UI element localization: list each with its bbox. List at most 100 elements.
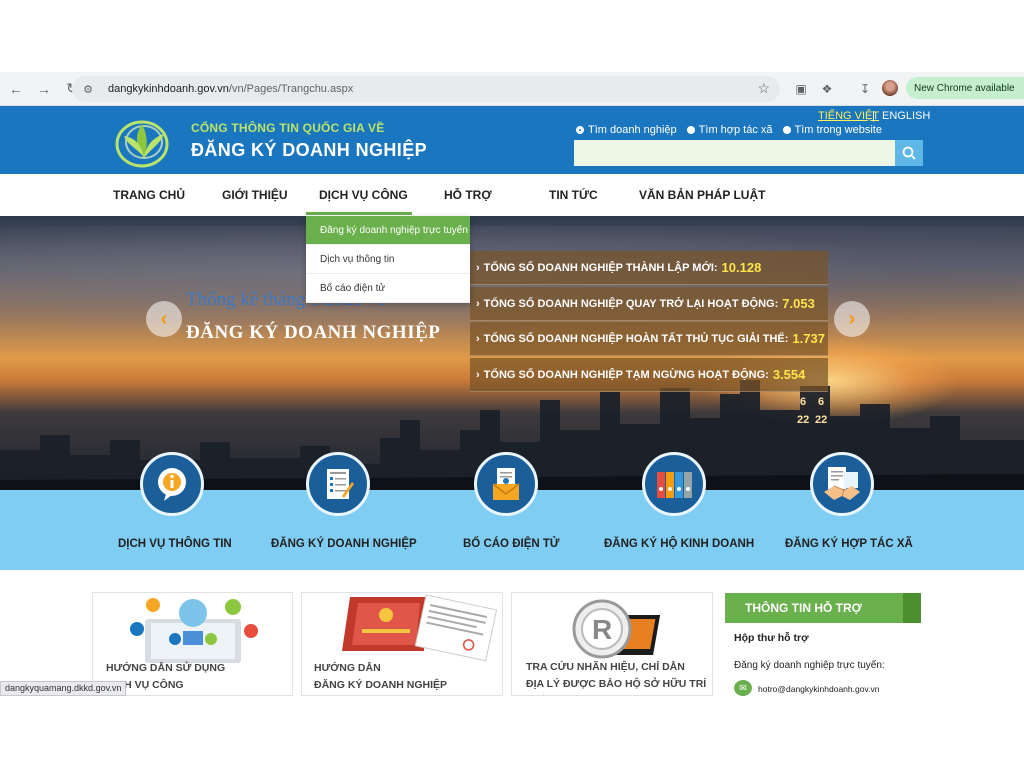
search-icon — [902, 146, 916, 160]
stat-row-new[interactable]: › TỔNG SỐ DOANH NGHIỆP THÀNH LẬP MỚI: 10… — [470, 251, 828, 285]
support-line: Đăng ký doanh nghiệp trực tuyến: — [734, 660, 885, 671]
profile-avatar[interactable] — [882, 80, 898, 96]
bottom-margin — [0, 696, 1024, 768]
bookmark-star-icon[interactable]: ☆ — [757, 80, 770, 97]
chrome-update-button[interactable]: New Chrome available — [906, 77, 1024, 99]
service-e-announcement-button[interactable] — [474, 452, 538, 516]
stat-row-returned[interactable]: › TỔNG SỐ DOANH NGHIỆP QUAY TRỞ LẠI HOẠT… — [470, 287, 828, 321]
stat-row-dissolved[interactable]: › TỔNG SỐ DOANH NGHIỆP HOÀN TẤT THỦ TỤC … — [470, 322, 828, 356]
logo-icon[interactable] — [114, 112, 176, 170]
banner-next-button[interactable]: › — [834, 301, 870, 337]
banner-prev-button[interactable]: ‹ — [146, 301, 182, 337]
handshake-icon — [824, 467, 860, 500]
registered-mark-icon: R — [572, 599, 661, 659]
nav-public-services[interactable]: DỊCH VỤ CÔNG — [319, 188, 408, 202]
search-type-options: Tìm doanh nghiệp Tìm hợp tác xã Tìm tron… — [576, 124, 882, 136]
download-icon[interactable]: ↧ — [856, 80, 874, 98]
service-label[interactable]: DỊCH VỤ THÔNG TIN — [118, 538, 232, 550]
extensions-icon[interactable]: ❖ — [818, 80, 836, 98]
service-label[interactable]: ĐĂNG KÝ HỢP TÁC XÃ — [785, 538, 913, 550]
stat-value: 10.128 — [721, 260, 762, 275]
card-line: TRA CỨU NHÃN HIỆU, CHỈ DẪN — [526, 661, 685, 673]
svg-text:R: R — [592, 614, 612, 645]
cast-icon[interactable]: ▣ — [792, 80, 810, 98]
nav-home[interactable]: TRANG CHỦ — [113, 188, 185, 202]
lang-separator: | — [872, 110, 875, 122]
envelope-icon — [492, 468, 520, 500]
public-services-dropdown: Đăng ký doanh nghiệp trực tuyến Dịch vụ … — [306, 216, 470, 303]
binders-icon — [657, 472, 692, 498]
mail-icon: ✉ — [734, 680, 752, 696]
dropdown-item-online-registration[interactable]: Đăng ký doanh nghiệp trực tuyến — [306, 216, 470, 245]
back-icon[interactable]: ← — [4, 77, 28, 101]
stat-label: TỔNG SỐ DOANH NGHIỆP QUAY TRỞ LẠI HOẠT Đ… — [483, 297, 779, 310]
radio-cooperative[interactable]: Tìm hợp tác xã — [686, 124, 773, 136]
url-path: /vn/Pages/Trangchu.aspx — [228, 83, 354, 95]
chevron-right-icon: › — [476, 368, 480, 381]
support-email-link[interactable]: hotro@dangkykinhdoanh.gov.vn — [758, 684, 879, 694]
chevron-right-icon: › — [476, 261, 480, 274]
main-nav: TRANG CHỦ GIỚI THIỆU DỊCH VỤ CÔNG HỖ TRỢ… — [0, 174, 1024, 216]
service-business-registration-button[interactable] — [306, 452, 370, 516]
lang-vietnamese-link[interactable]: TIẾNG VIỆT — [818, 110, 879, 122]
service-cooperative-button[interactable] — [810, 452, 874, 516]
chevron-right-icon: › — [476, 297, 480, 310]
search-button[interactable] — [895, 140, 923, 166]
building-sign: 6 — [818, 396, 825, 408]
building-sign: 6 — [800, 396, 807, 408]
card-business-registration-guide[interactable]: HƯỚNG DẪN ĐĂNG KÝ DOANH NGHIỆP — [301, 592, 503, 696]
service-label[interactable]: ĐĂNG KÝ HỘ KINH DOANH — [604, 538, 754, 550]
nav-legal-documents[interactable]: VĂN BẢN PHÁP LUẬT — [639, 188, 765, 202]
card-line: ĐỊA LÝ ĐƯỢC BẢO HỘ SỞ HỮU TRÍ TUỆ — [526, 678, 707, 690]
nav-about[interactable]: GIỚI THIỆU — [222, 188, 288, 202]
card-line: HƯỚNG DẪN SỬ DỤNG — [106, 662, 226, 674]
radio-label: Tìm doanh nghiệp — [588, 124, 677, 136]
stat-row-suspended[interactable]: › TỔNG SỐ DOANH NGHIỆP TẠM NGỪNG HOẠT ĐỘ… — [470, 358, 828, 392]
site-info-icon[interactable]: ⚙ — [80, 81, 96, 97]
stat-label: TỔNG SỐ DOANH NGHIỆP THÀNH LẬP MỚI: — [483, 261, 718, 274]
forward-icon[interactable]: → — [32, 77, 56, 101]
service-info-button[interactable] — [140, 452, 204, 516]
card-trademark-lookup[interactable]: R TRA CỨU NHÃN HIỆU, CHỈ DẪN ĐỊA LÝ ĐƯỢC… — [511, 592, 713, 696]
radio-website[interactable]: Tìm trong website — [782, 124, 882, 136]
card-illustration — [130, 598, 258, 663]
chevron-left-icon: ‹ — [160, 307, 168, 330]
nav-support[interactable]: HỖ TRỢ — [444, 188, 492, 202]
service-label[interactable]: BỐ CÁO ĐIỆN TỬ — [463, 538, 559, 550]
dropdown-item-info-service[interactable]: Dịch vụ thông tin — [306, 245, 470, 274]
radio-label: Tìm trong website — [794, 124, 882, 136]
info-icon — [158, 468, 186, 501]
chevron-right-icon: › — [476, 332, 480, 345]
service-label[interactable]: ĐĂNG KÝ DOANH NGHIỆP — [271, 538, 417, 550]
nav-news[interactable]: TIN TỨC — [549, 188, 598, 202]
page: ← → ↻ ⚙ dangkykinhdoanh.gov.vn/vn/Pages/… — [0, 0, 1024, 768]
card-line: ĐĂNG KÝ DOANH NGHIỆP — [314, 679, 448, 691]
stat-value: 3.554 — [772, 367, 806, 382]
lang-english-link[interactable]: ENGLISH — [882, 110, 930, 122]
logo-title: ĐĂNG KÝ DOANH NGHIỆP — [191, 140, 428, 160]
nav-active-indicator — [306, 212, 412, 215]
logo-tagline: CỔNG THÔNG TIN QUỐC GIA VỀ — [191, 121, 385, 135]
service-household-business-button[interactable] — [642, 452, 706, 516]
support-title: Hộp thư hỗ trợ — [734, 632, 809, 644]
search-input[interactable] — [574, 140, 896, 166]
document-icon — [327, 469, 354, 499]
stat-value: 7.053 — [782, 296, 815, 311]
stat-label: TỔNG SỐ DOANH NGHIỆP TẠM NGỪNG HOẠT ĐỘNG… — [483, 368, 769, 381]
address-bar[interactable]: ⚙ dangkykinhdoanh.gov.vn/vn/Pages/Trangc… — [72, 76, 780, 102]
stats-subtitle: ĐĂNG KÝ DOANH NGHIỆP — [186, 322, 441, 343]
radio-dot[interactable] — [686, 126, 695, 134]
url-domain: dangkykinhdoanh.gov.vn — [108, 83, 229, 95]
browser-toolbar: ← → ↻ ⚙ dangkykinhdoanh.gov.vn/vn/Pages/… — [0, 72, 1024, 106]
dropdown-item-e-announcement[interactable]: Bố cáo điện tử — [306, 274, 470, 303]
chevron-right-icon: › — [848, 307, 856, 330]
radio-dot[interactable] — [576, 126, 584, 134]
radio-dot[interactable] — [782, 126, 791, 134]
radio-label: Tìm hợp tác xã — [698, 124, 773, 136]
card-line: HƯỚNG DẪN — [314, 662, 381, 674]
support-heading-tab — [903, 593, 921, 623]
link-status-bubble: dangkyquamang.dkkd.gov.vn — [0, 681, 127, 696]
certificate-illustration — [342, 594, 498, 662]
radio-business[interactable]: Tìm doanh nghiệp — [576, 124, 677, 136]
stat-value: 1.737 — [792, 331, 825, 346]
